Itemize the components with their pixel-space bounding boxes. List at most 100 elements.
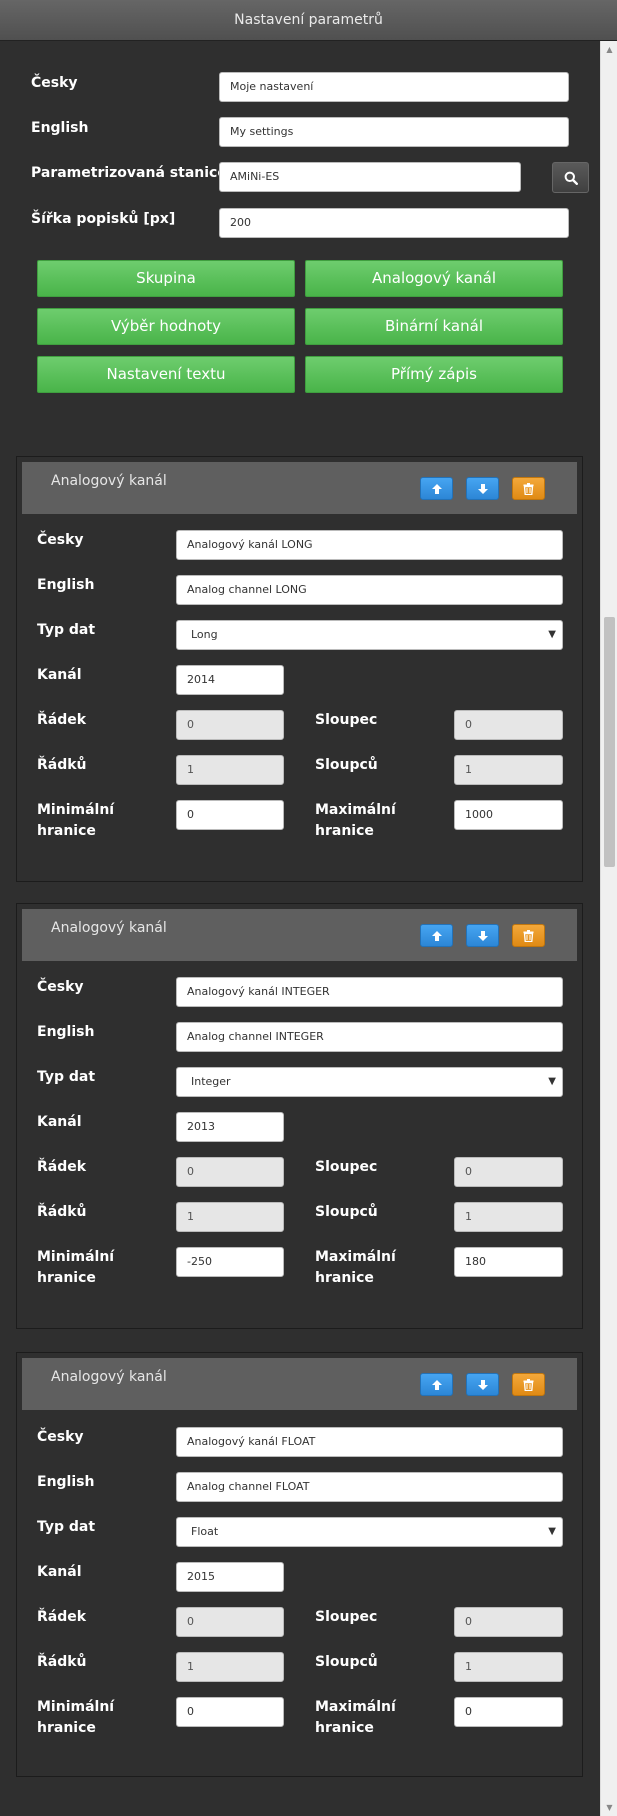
arrow-up-icon — [431, 930, 442, 941]
min-limit-label-line1: Minimální — [37, 802, 115, 818]
columns-label: Sloupců — [315, 1204, 378, 1220]
min-limit-label: Minimální hranice — [37, 1697, 114, 1739]
max-limit-label: Maximální hranice — [315, 1247, 396, 1289]
row-label: Řádek — [37, 1159, 87, 1175]
czech-name-input[interactable]: Moje nastavení — [219, 72, 569, 102]
max-limit-label-line1: Maximální — [315, 1699, 396, 1715]
scroll-down-arrow-icon[interactable]: ▼ — [601, 1799, 617, 1816]
arrow-down-icon — [477, 1379, 488, 1390]
add-binary-channel-button[interactable]: Binární kanál — [305, 308, 563, 345]
caret-down-icon: ▼ — [548, 629, 556, 640]
channel-input[interactable]: 2014 — [176, 665, 284, 695]
label-width-input[interactable]: 200 — [219, 208, 569, 238]
station-label: Parametrizovaná stanice — [31, 165, 227, 181]
max-limit-input[interactable]: 0 — [454, 1697, 563, 1727]
min-limit-label: Minimální hranice — [37, 800, 114, 842]
data-type-label: Typ dat — [37, 1069, 96, 1085]
move-up-button[interactable] — [420, 1373, 453, 1396]
english-label: English — [37, 1024, 95, 1040]
arrow-down-icon — [477, 930, 488, 941]
panel-title: Analogový kanál — [51, 473, 167, 489]
rows-input: 1 — [176, 1202, 284, 1232]
min-limit-label-line2: hranice — [37, 823, 96, 839]
add-value-select-button[interactable]: Výběr hodnoty — [37, 308, 295, 345]
move-down-button[interactable] — [466, 924, 499, 947]
scroll-up-arrow-icon[interactable]: ▲ — [601, 41, 617, 58]
move-down-button[interactable] — [466, 477, 499, 500]
station-search-button[interactable] — [552, 162, 589, 193]
min-limit-label-line2: hranice — [37, 1720, 96, 1736]
english-name-input[interactable]: Analog channel FLOAT — [176, 1472, 563, 1502]
max-limit-input[interactable]: 1000 — [454, 800, 563, 830]
czech-name-input[interactable]: Analogový kanál FLOAT — [176, 1427, 563, 1457]
max-limit-label: Maximální hranice — [315, 800, 396, 842]
move-up-button[interactable] — [420, 477, 453, 500]
min-limit-label-line2: hranice — [37, 1270, 96, 1286]
columns-input: 1 — [454, 1652, 563, 1682]
columns-input: 1 — [454, 1202, 563, 1232]
rows-input: 1 — [176, 1652, 284, 1682]
panel-header: Analogový kanál — [22, 1358, 577, 1410]
data-type-select[interactable]: Float ▼ — [176, 1517, 563, 1547]
arrow-down-icon — [477, 483, 488, 494]
move-up-button[interactable] — [420, 924, 453, 947]
data-type-select[interactable]: Long ▼ — [176, 620, 563, 650]
data-type-label: Typ dat — [37, 1519, 96, 1535]
max-limit-label-line1: Maximální — [315, 802, 396, 818]
data-type-select[interactable]: Integer ▼ — [176, 1067, 563, 1097]
english-name-input[interactable]: Analog channel INTEGER — [176, 1022, 563, 1052]
add-text-setting-button[interactable]: Nastavení textu — [37, 356, 295, 393]
min-limit-input[interactable]: 0 — [176, 1697, 284, 1727]
max-limit-label-line2: hranice — [315, 1720, 374, 1736]
min-limit-label-line1: Minimální — [37, 1699, 115, 1715]
channel-input[interactable]: 2015 — [176, 1562, 284, 1592]
rows-input: 1 — [176, 755, 284, 785]
min-limit-label: Minimální hranice — [37, 1247, 114, 1289]
search-icon — [564, 171, 578, 185]
english-label: English — [37, 577, 95, 593]
rows-label: Řádků — [37, 1654, 87, 1670]
row-input: 0 — [176, 1607, 284, 1637]
delete-button[interactable] — [512, 477, 545, 500]
vertical-scrollbar[interactable]: ▲ ▼ — [600, 41, 617, 1816]
data-type-value: Long — [191, 628, 218, 641]
data-type-value: Integer — [191, 1075, 231, 1088]
min-limit-input[interactable]: 0 — [176, 800, 284, 830]
english-label: English — [31, 120, 89, 136]
min-limit-input[interactable]: -250 — [176, 1247, 284, 1277]
caret-down-icon: ▼ — [548, 1526, 556, 1537]
add-analog-channel-button[interactable]: Analogový kanál — [305, 260, 563, 297]
channel-input[interactable]: 2013 — [176, 1112, 284, 1142]
delete-button[interactable] — [512, 1373, 545, 1396]
move-down-button[interactable] — [466, 1373, 499, 1396]
max-limit-input[interactable]: 180 — [454, 1247, 563, 1277]
english-name-input[interactable]: Analog channel LONG — [176, 575, 563, 605]
row-input: 0 — [176, 1157, 284, 1187]
row-input: 0 — [176, 710, 284, 740]
add-group-button[interactable]: Skupina — [37, 260, 295, 297]
panel-header: Analogový kanál — [22, 909, 577, 961]
rows-label: Řádků — [37, 757, 87, 773]
czech-name-input[interactable]: Analogový kanál INTEGER — [176, 977, 563, 1007]
add-direct-write-button[interactable]: Přímý zápis — [305, 356, 563, 393]
max-limit-label-line2: hranice — [315, 1270, 374, 1286]
czech-label: Česky — [37, 979, 84, 995]
columns-input: 1 — [454, 755, 563, 785]
panel-title: Analogový kanál — [51, 1369, 167, 1385]
max-limit-label-line2: hranice — [315, 823, 374, 839]
column-label: Sloupec — [315, 712, 378, 728]
column-input: 0 — [454, 1607, 563, 1637]
data-type-value: Float — [191, 1525, 219, 1538]
czech-label: Česky — [31, 75, 78, 91]
trash-icon — [523, 929, 534, 942]
scrollbar-thumb[interactable] — [604, 617, 615, 867]
czech-name-input[interactable]: Analogový kanál LONG — [176, 530, 563, 560]
delete-button[interactable] — [512, 924, 545, 947]
english-label: English — [37, 1474, 95, 1490]
station-input[interactable]: AMiNi-ES — [219, 162, 521, 192]
english-name-input[interactable]: My settings — [219, 117, 569, 147]
row-label: Řádek — [37, 1609, 87, 1625]
column-input: 0 — [454, 1157, 563, 1187]
column-label: Sloupec — [315, 1159, 378, 1175]
channel-label: Kanál — [37, 1114, 82, 1130]
